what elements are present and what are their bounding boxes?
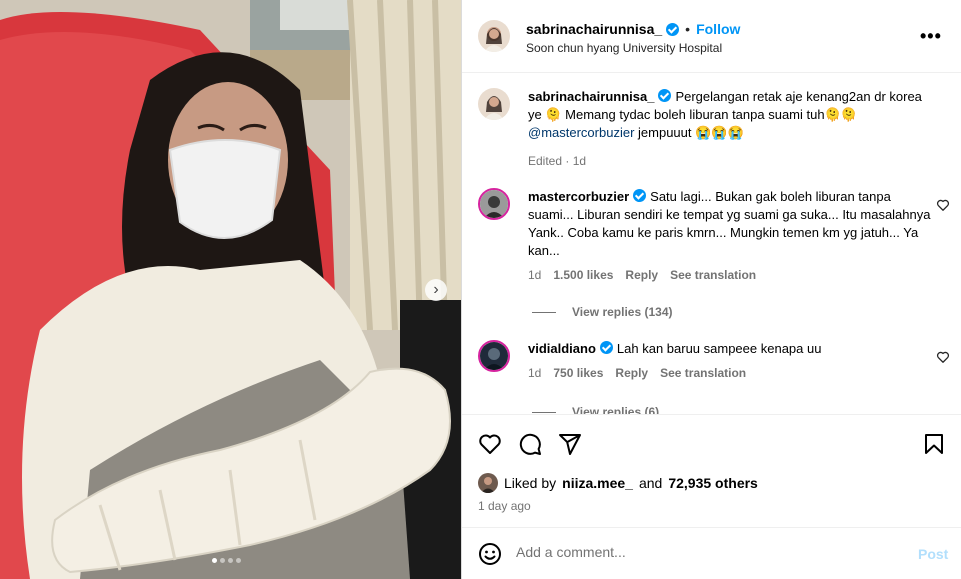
heart-icon[interactable] [478, 432, 502, 456]
carousel-dot [212, 558, 217, 563]
liker-avatar[interactable] [478, 473, 498, 493]
heart-icon[interactable] [936, 198, 950, 212]
view-replies-label: View replies (6) [572, 405, 660, 415]
verified-badge-icon [633, 189, 647, 202]
reply-button[interactable]: Reply [625, 266, 658, 284]
carousel-next-button[interactable]: › [425, 279, 447, 301]
view-replies-button[interactable]: View replies (6) [532, 405, 660, 415]
comment-time: 1d [528, 366, 542, 380]
verified-badge-icon [666, 22, 680, 36]
comment-likes[interactable]: 750 likes [553, 364, 603, 382]
view-replies-button[interactable]: View replies (134) [532, 305, 673, 319]
comment-icon[interactable] [518, 432, 542, 456]
more-options-icon[interactable]: ••• [920, 26, 942, 47]
photo-illustration [0, 0, 461, 579]
verified-badge-icon [599, 341, 613, 354]
reply-button[interactable]: Reply [615, 364, 648, 382]
view-replies-label: View replies (134) [572, 305, 673, 319]
comment-likes[interactable]: 1.500 likes [553, 266, 613, 284]
heart-icon[interactable] [936, 350, 950, 364]
post-photo[interactable]: › [0, 0, 461, 579]
comment-body: vidialdiano Lah kan baruu sampeee kenapa … [528, 340, 938, 382]
comment-time: 1d [528, 268, 542, 282]
author-row: sabrinachairunnisa_ • Follow [526, 21, 740, 37]
caption-mention[interactable]: @mastercorbuzier [528, 125, 634, 140]
post-comment-button[interactable]: Post [918, 546, 948, 562]
share-icon[interactable] [558, 432, 582, 456]
action-bar [462, 416, 961, 468]
chevron-right-icon: › [433, 281, 439, 298]
see-translation-button[interactable]: See translation [670, 266, 756, 284]
post-time-ago: 1 day ago [478, 499, 531, 513]
separator-dot: • [685, 21, 691, 37]
carousel-dots [212, 558, 241, 563]
liked-by-prefix: Liked by [504, 475, 557, 491]
comment-avatar[interactable] [478, 340, 510, 372]
liked-by-user[interactable]: niiza.mee_ [562, 475, 633, 491]
caption-avatar[interactable] [478, 88, 510, 120]
post-location[interactable]: Soon chun hyang University Hospital [526, 41, 722, 55]
add-comment-bar: Post [462, 527, 961, 579]
author-avatar[interactable] [478, 20, 510, 52]
comment-username[interactable]: mastercorbuzier [528, 189, 629, 204]
follow-button[interactable]: Follow [696, 21, 740, 37]
liked-by-row: Liked by niiza.mee_ and 72,935 others [478, 473, 758, 493]
post-side-panel: sabrinachairunnisa_ • Follow Soon chun h… [461, 0, 961, 579]
add-comment-input[interactable] [516, 544, 896, 560]
replies-line [532, 311, 556, 313]
caption-body: sabrinachairunnisa_ Pergelangan retak aje… [528, 88, 938, 170]
emoji-icon[interactable] [478, 542, 502, 566]
replies-line [532, 411, 556, 413]
save-bookmark-icon[interactable] [922, 432, 946, 456]
verified-badge-icon [658, 89, 672, 102]
comment-text: Lah kan baruu sampeee kenapa uu [616, 341, 822, 356]
comments-list[interactable]: sabrinachairunnisa_ Pergelangan retak aje… [462, 74, 961, 415]
caption-text-after: jempuuut 😭😭😭 [634, 125, 744, 140]
comment-username[interactable]: vidialdiano [528, 341, 596, 356]
liked-by-others[interactable]: 72,935 others [668, 475, 758, 491]
carousel-dot [228, 558, 233, 563]
carousel-dot [220, 558, 225, 563]
caption-username[interactable]: sabrinachairunnisa_ [528, 89, 654, 104]
liked-by-conj: and [638, 475, 663, 491]
comment-body: mastercorbuzier Satu lagi... Bukan gak bo… [528, 188, 938, 284]
caption-edited: Edited · 1d [528, 154, 587, 168]
post-header: sabrinachairunnisa_ • Follow Soon chun h… [462, 0, 961, 73]
author-username[interactable]: sabrinachairunnisa_ [526, 21, 662, 37]
see-translation-button[interactable]: See translation [660, 364, 746, 382]
carousel-dot [236, 558, 241, 563]
comment-avatar[interactable] [478, 188, 510, 220]
